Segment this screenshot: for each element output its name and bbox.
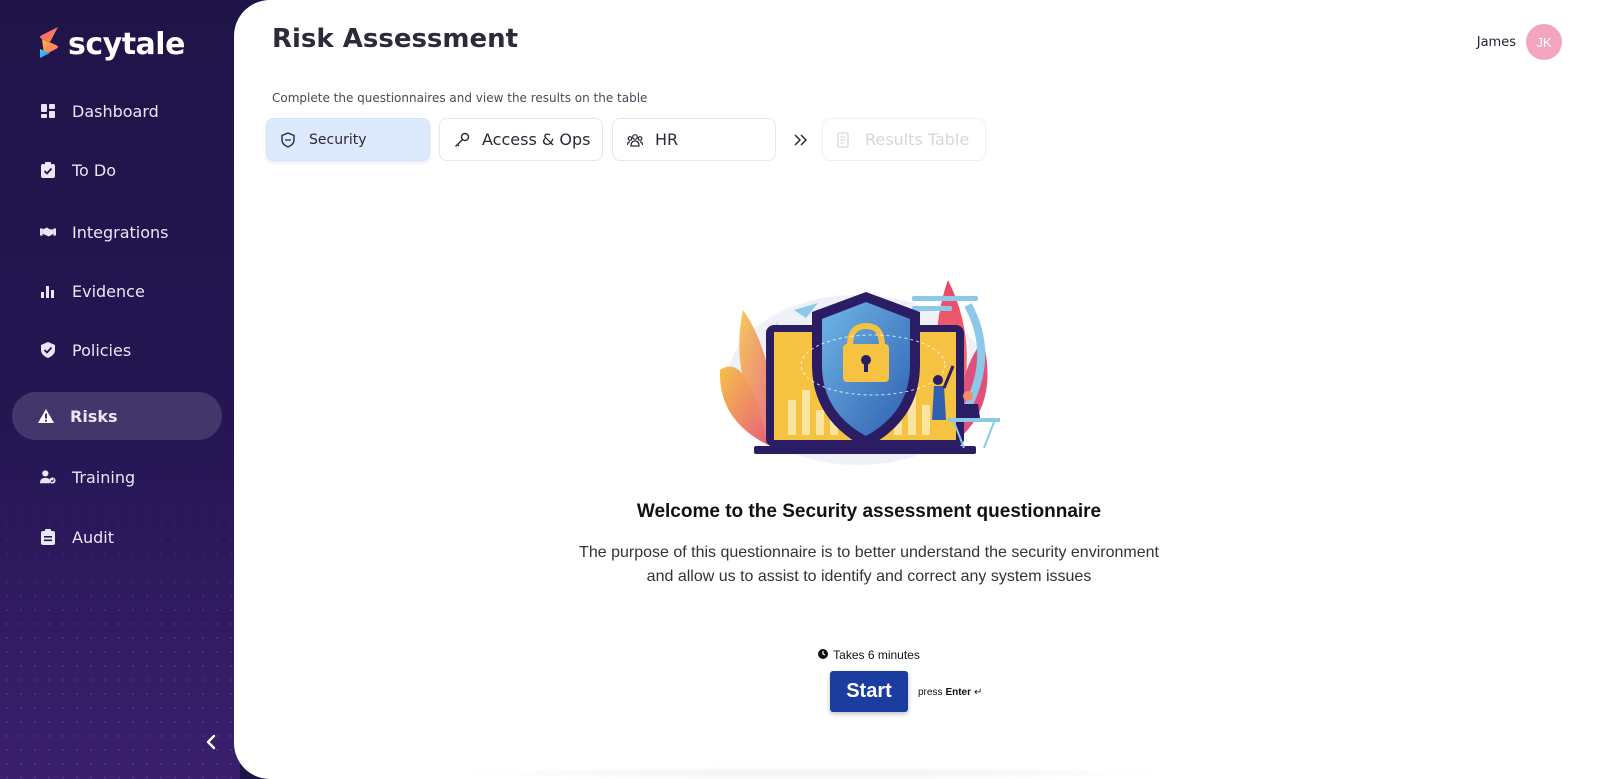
collapse-sidebar-button[interactable] <box>200 733 222 755</box>
sidebar-item-risks[interactable]: Risks <box>12 392 222 440</box>
sidebar-item-policies[interactable]: Policies <box>12 326 222 374</box>
avatar[interactable]: JK <box>1526 24 1562 60</box>
sidebar-item-label: Evidence <box>72 281 145 301</box>
sidebar-item-label: Audit <box>72 527 114 547</box>
shield-check-icon <box>40 342 56 358</box>
questionnaire-description: The purpose of this questionnaire is to … <box>234 541 1504 589</box>
sidebar-item-evidence[interactable]: Evidence <box>12 267 222 315</box>
sidebar-item-label: Integrations <box>72 222 169 242</box>
people-icon <box>627 132 643 148</box>
page-subtitle: Complete the questionnaires and view the… <box>272 91 648 105</box>
duration-text: Takes 6 minutes <box>833 648 920 662</box>
description-line-1: The purpose of this questionnaire is to … <box>579 544 1159 561</box>
enter-return-icon: ↵ <box>974 687 983 698</box>
bar-chart-icon <box>40 283 56 299</box>
user-name: James <box>1476 34 1516 50</box>
sidebar-item-label: Risks <box>70 406 118 426</box>
clipboard-list-icon <box>40 529 56 545</box>
sidebar-item-audit[interactable]: Audit <box>12 513 222 561</box>
sidebar-item-training[interactable]: Training <box>12 453 222 501</box>
welcome-title: Welcome to the Security assessment quest… <box>636 501 1102 522</box>
handshake-icon <box>40 224 56 240</box>
sidebar-item-label: To Do <box>72 160 117 180</box>
user-check-icon <box>40 469 56 485</box>
sidebar-item-dashboard[interactable]: Dashboard <box>12 87 222 135</box>
tab-label: HR <box>655 130 679 149</box>
key-icon <box>454 132 470 148</box>
logo[interactable]: scytale <box>36 26 185 62</box>
press-enter-hint: press Enter ↵ <box>918 687 982 698</box>
brand-name: scytale <box>68 26 185 62</box>
tab-hr[interactable]: HR <box>612 118 776 161</box>
description-line-2: and allow us to assist to identify and c… <box>646 568 1092 585</box>
sidebar-item-integrations[interactable]: Integrations <box>12 208 222 256</box>
shield-icon <box>281 131 297 148</box>
scytale-logo-icon <box>36 25 62 64</box>
security-illustration <box>698 270 1008 470</box>
start-button[interactable]: Start <box>830 671 908 712</box>
tab-label: Access & Ops <box>482 130 591 149</box>
clipboard-check-icon <box>40 162 56 178</box>
document-icon <box>837 131 853 148</box>
duration-info: Takes 6 minutes <box>234 648 1504 662</box>
tab-label: Results Table <box>865 130 970 149</box>
sidebar-item-label: Dashboard <box>72 101 159 121</box>
user-menu[interactable]: James JK <box>1477 24 1562 60</box>
enter-key-label: Enter <box>945 687 972 698</box>
tab-label: Security <box>309 131 367 148</box>
sidebar: scytale Dashboard To Do Integrations Evi… <box>0 0 240 779</box>
tab-results-table[interactable]: Results Table <box>822 118 986 161</box>
warning-icon <box>38 408 54 424</box>
sidebar-item-to-do[interactable]: To Do <box>12 146 222 194</box>
chevron-left-icon <box>206 734 216 755</box>
sidebar-item-label: Policies <box>72 340 132 360</box>
main-content: Risk Assessment James JK Complete the qu… <box>234 0 1600 779</box>
dashboard-icon <box>40 103 56 119</box>
tab-access-ops[interactable]: Access & Ops <box>439 118 603 161</box>
double-chevron-right-icon <box>789 128 813 152</box>
tab-security[interactable]: Security <box>266 118 430 161</box>
sidebar-item-label: Training <box>72 467 136 487</box>
clock-icon <box>818 648 829 662</box>
content-divider-shadow <box>444 766 1184 779</box>
page-title: Risk Assessment <box>272 24 519 54</box>
press-prefix: press <box>918 687 943 698</box>
